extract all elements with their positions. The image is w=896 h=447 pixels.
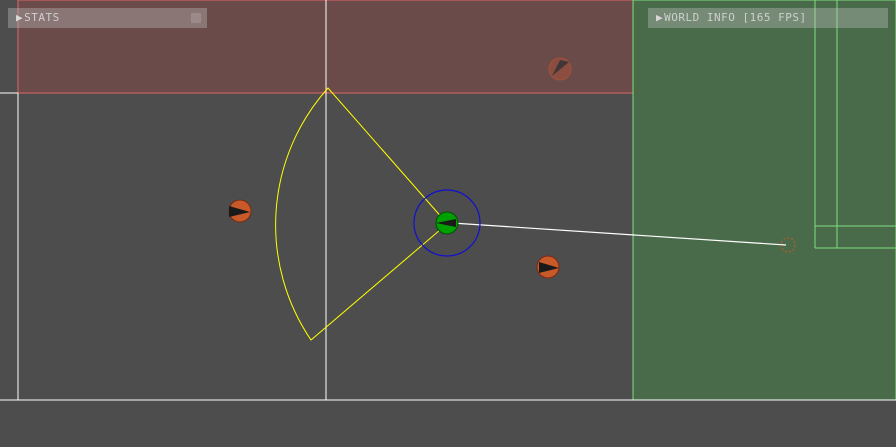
enemy-unit[interactable]	[536, 255, 560, 279]
stats-panel-toggle[interactable]: ▶STATS	[8, 8, 207, 28]
triangle-right-icon: ▶	[656, 11, 664, 24]
triangle-right-icon: ▶	[16, 11, 24, 24]
game-viewport[interactable]	[0, 0, 896, 447]
enemy-unit-faded[interactable]	[548, 57, 572, 81]
player-unit[interactable]	[435, 211, 459, 235]
vision-cone	[275, 87, 445, 341]
world-info-panel-toggle[interactable]: ▶WORLD INFO [165 FPS]	[648, 8, 888, 28]
panel-handle	[191, 13, 201, 23]
enemy-unit[interactable]	[228, 199, 252, 223]
green-zone	[632, 0, 896, 401]
stats-panel-label: STATS	[24, 11, 60, 24]
world-info-panel-label: WORLD INFO [165 FPS]	[664, 11, 807, 24]
